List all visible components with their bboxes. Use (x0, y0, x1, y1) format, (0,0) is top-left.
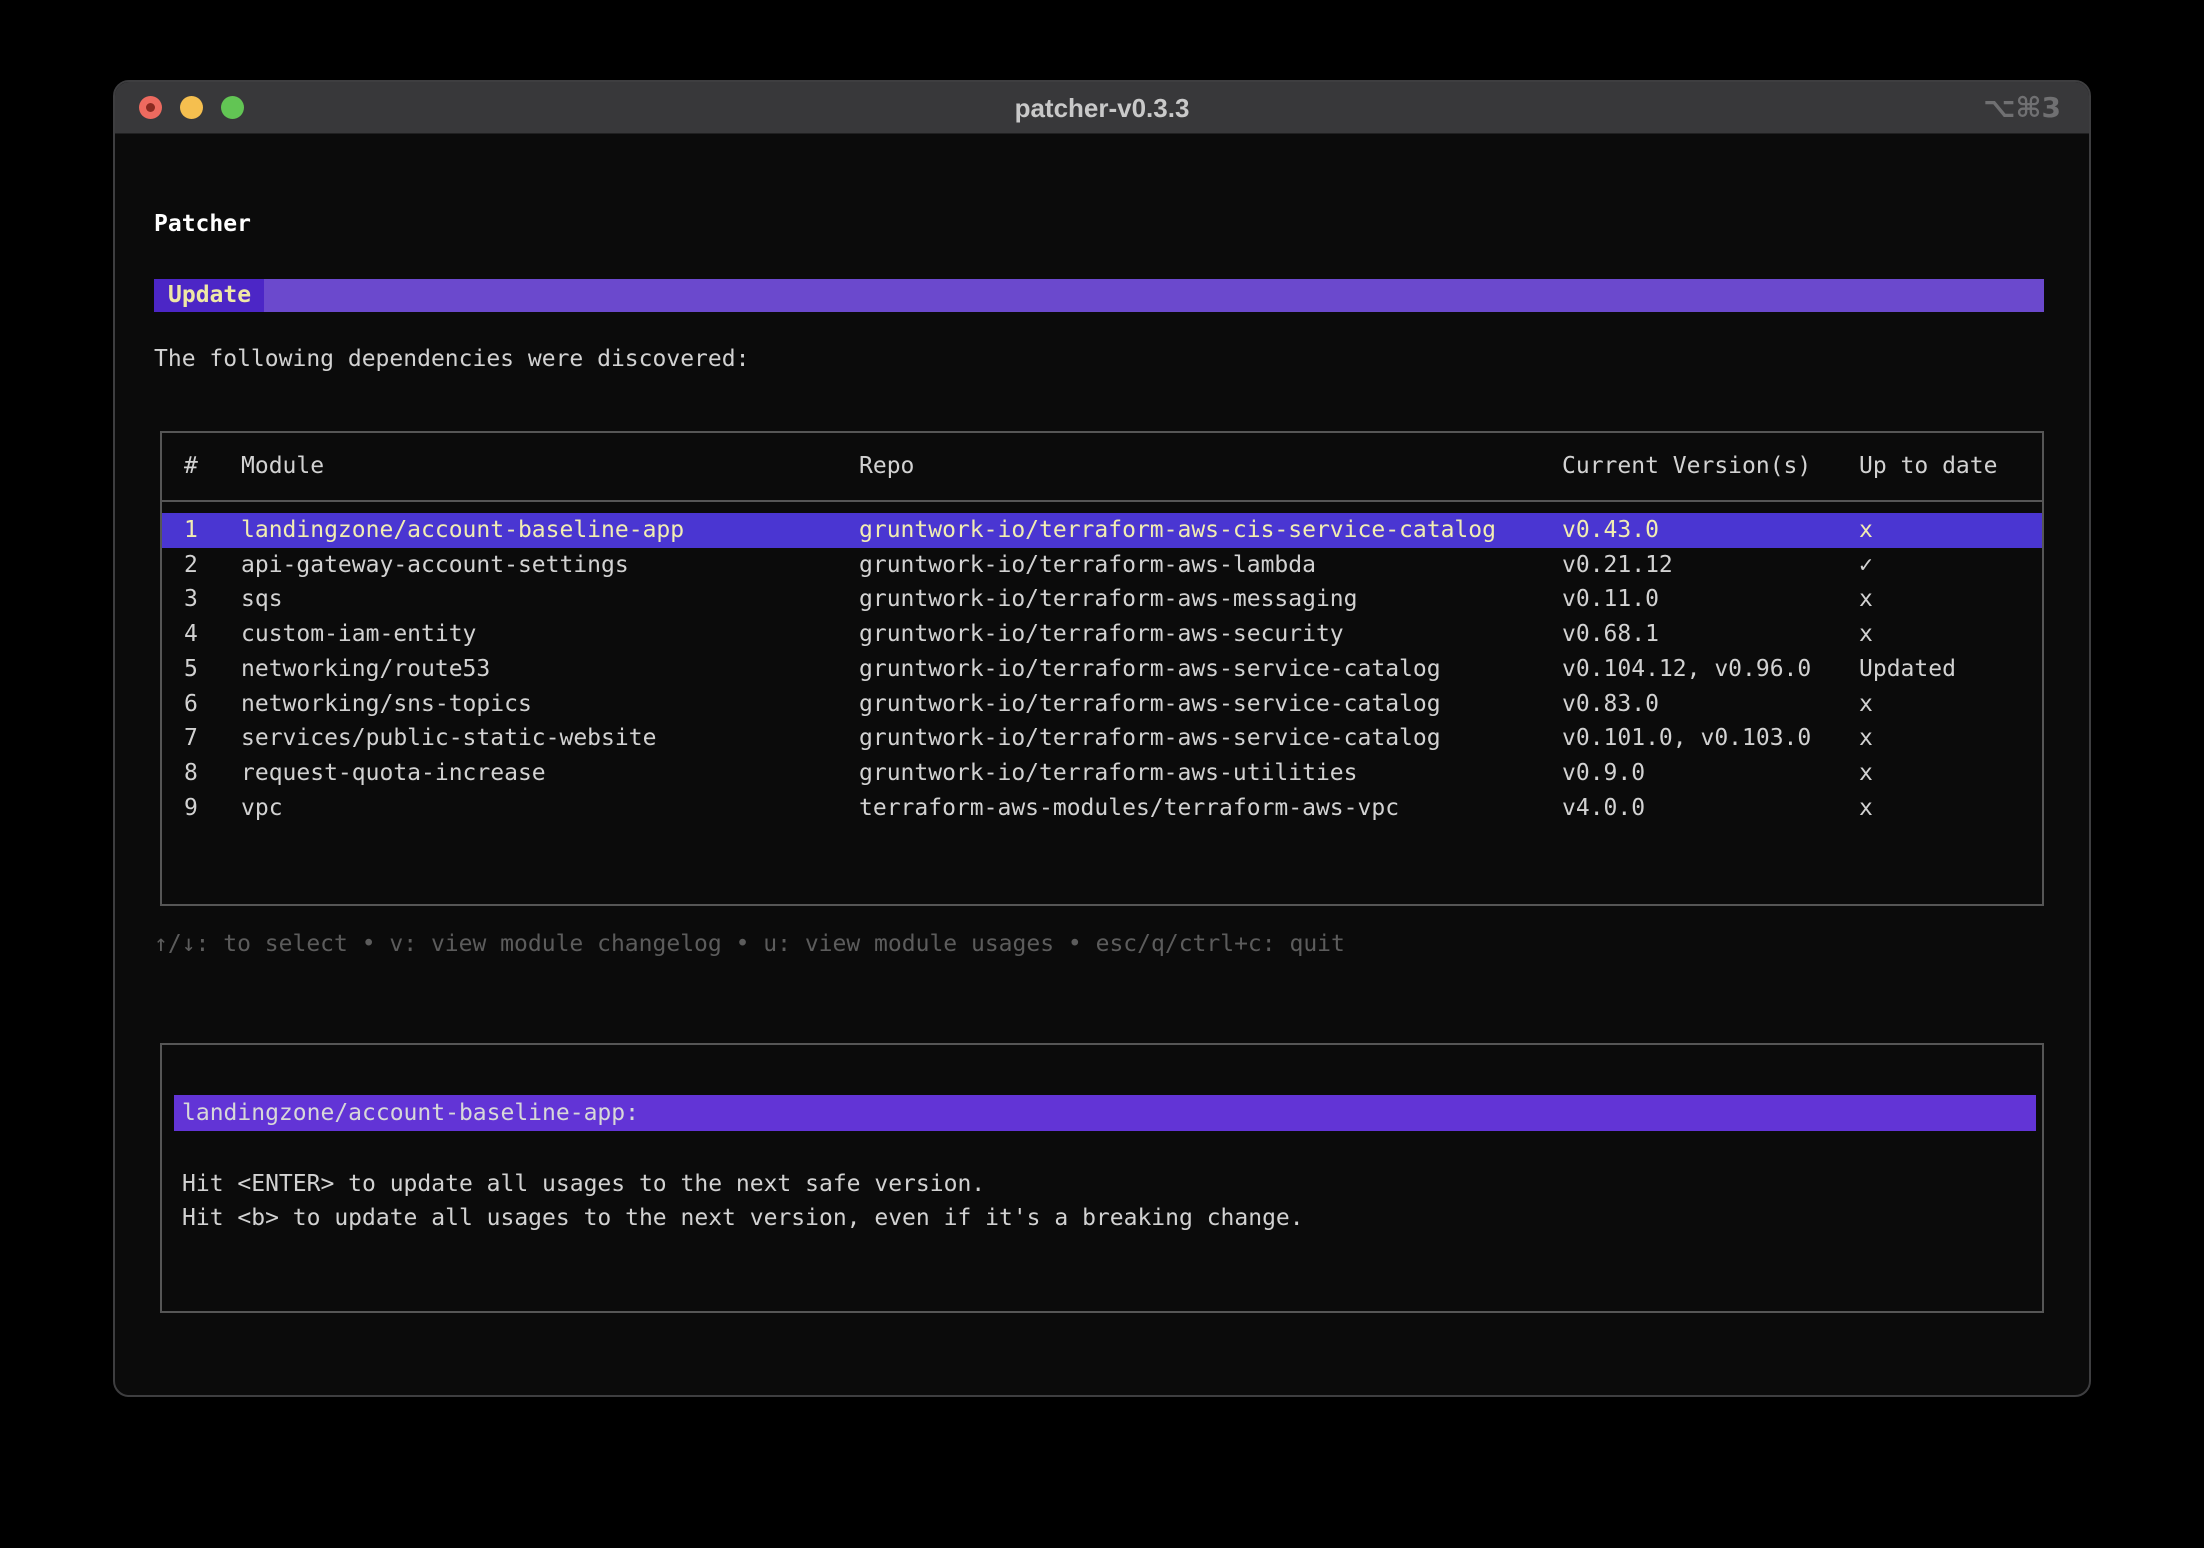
col-header-number: # (184, 449, 198, 484)
tab-bar: Update (154, 279, 2044, 312)
dependencies-table: # Module Repo Current Version(s) Up to d… (160, 431, 2044, 906)
up-to-date-status: x (1859, 721, 1873, 756)
up-to-date-status: x (1859, 582, 1873, 617)
up-to-date-status: ✓ (1859, 548, 1873, 583)
module-name: networking/sns-topics (241, 687, 532, 722)
col-header-up-to-date: Up to date (1859, 449, 1997, 484)
repo-name: terraform-aws-modules/terraform-aws-vpc (859, 791, 1399, 826)
app-heading: Patcher (154, 207, 251, 242)
up-to-date-status: x (1859, 513, 1873, 548)
row-number: 9 (184, 791, 198, 826)
table-row[interactable]: 8 request-quota-increase gruntwork-io/te… (162, 756, 2042, 791)
module-name: custom-iam-entity (241, 617, 476, 652)
up-to-date-status: x (1859, 617, 1873, 652)
row-number: 8 (184, 756, 198, 791)
current-versions: v0.104.12, v0.96.0 (1562, 652, 1811, 687)
table-row[interactable]: 2 api-gateway-account-settings gruntwork… (162, 548, 2042, 583)
module-name: sqs (241, 582, 283, 617)
current-versions: v4.0.0 (1562, 791, 1645, 826)
title-bar[interactable]: patcher-v0.3.3 ⌥⌘3 (115, 82, 2089, 134)
current-versions: v0.68.1 (1562, 617, 1659, 652)
module-name: request-quota-increase (241, 756, 546, 791)
repo-name: gruntwork-io/terraform-aws-service-catal… (859, 652, 1441, 687)
row-number: 6 (184, 687, 198, 722)
col-header-current-versions: Current Version(s) (1562, 449, 1811, 484)
module-name: vpc (241, 791, 283, 826)
current-versions: v0.43.0 (1562, 513, 1659, 548)
repo-name: gruntwork-io/terraform-aws-lambda (859, 548, 1316, 583)
row-number: 5 (184, 652, 198, 687)
table-row[interactable]: 3 sqs gruntwork-io/terraform-aws-messagi… (162, 582, 2042, 617)
row-number: 2 (184, 548, 198, 583)
up-to-date-status: x (1859, 756, 1873, 791)
header-separator (162, 500, 2042, 502)
row-number: 3 (184, 582, 198, 617)
table-row[interactable]: 9 vpc terraform-aws-modules/terraform-aw… (162, 791, 2042, 826)
repo-name: gruntwork-io/terraform-aws-messaging (859, 582, 1358, 617)
module-name: services/public-static-website (241, 721, 656, 756)
selected-module-header: landingzone/account-baseline-app: (174, 1095, 2036, 1131)
table-row[interactable]: 1 landingzone/account-baseline-app grunt… (162, 513, 2042, 548)
current-versions: v0.83.0 (1562, 687, 1659, 722)
row-number: 4 (184, 617, 198, 652)
window-shortcut-badge: ⌥⌘3 (1983, 82, 2061, 134)
up-to-date-status: Updated (1859, 652, 1956, 687)
module-name: landingzone/account-baseline-app (241, 513, 684, 548)
table-rows: 1 landingzone/account-baseline-app grunt… (162, 513, 2042, 904)
module-name: networking/route53 (241, 652, 490, 687)
repo-name: gruntwork-io/terraform-aws-utilities (859, 756, 1358, 791)
repo-name: gruntwork-io/terraform-aws-security (859, 617, 1344, 652)
keybinding-help: ↑/↓: to select • v: view module changelo… (154, 927, 1345, 962)
window-title: patcher-v0.3.3 (115, 82, 2089, 134)
tab-update[interactable]: Update (154, 279, 264, 312)
up-to-date-status: x (1859, 687, 1873, 722)
breaking-change-instruction: Hit <b> to update all usages to the next… (182, 1201, 1304, 1236)
current-versions: v0.101.0, v0.103.0 (1562, 721, 1811, 756)
repo-name: gruntwork-io/terraform-aws-cis-service-c… (859, 513, 1496, 548)
module-name: api-gateway-account-settings (241, 548, 629, 583)
row-number: 1 (184, 513, 198, 548)
col-header-repo: Repo (859, 449, 914, 484)
table-row[interactable]: 5 networking/route53 gruntwork-io/terraf… (162, 652, 2042, 687)
repo-name: gruntwork-io/terraform-aws-service-catal… (859, 687, 1441, 722)
current-versions: v0.21.12 (1562, 548, 1673, 583)
selected-module-panel: landingzone/account-baseline-app: Hit <E… (160, 1043, 2044, 1313)
terminal-content: Patcher Update The following dependencie… (115, 135, 2089, 1395)
intro-text: The following dependencies were discover… (154, 342, 749, 377)
repo-name: gruntwork-io/terraform-aws-service-catal… (859, 721, 1441, 756)
row-number: 7 (184, 721, 198, 756)
col-header-module: Module (241, 449, 324, 484)
table-row[interactable]: 6 networking/sns-topics gruntwork-io/ter… (162, 687, 2042, 722)
table-row[interactable]: 7 services/public-static-website gruntwo… (162, 721, 2042, 756)
terminal-window: patcher-v0.3.3 ⌥⌘3 Patcher Update The fo… (113, 80, 2091, 1397)
up-to-date-status: x (1859, 791, 1873, 826)
table-row[interactable]: 4 custom-iam-entity gruntwork-io/terrafo… (162, 617, 2042, 652)
current-versions: v0.11.0 (1562, 582, 1659, 617)
current-versions: v0.9.0 (1562, 756, 1645, 791)
enter-instruction: Hit <ENTER> to update all usages to the … (182, 1167, 985, 1202)
